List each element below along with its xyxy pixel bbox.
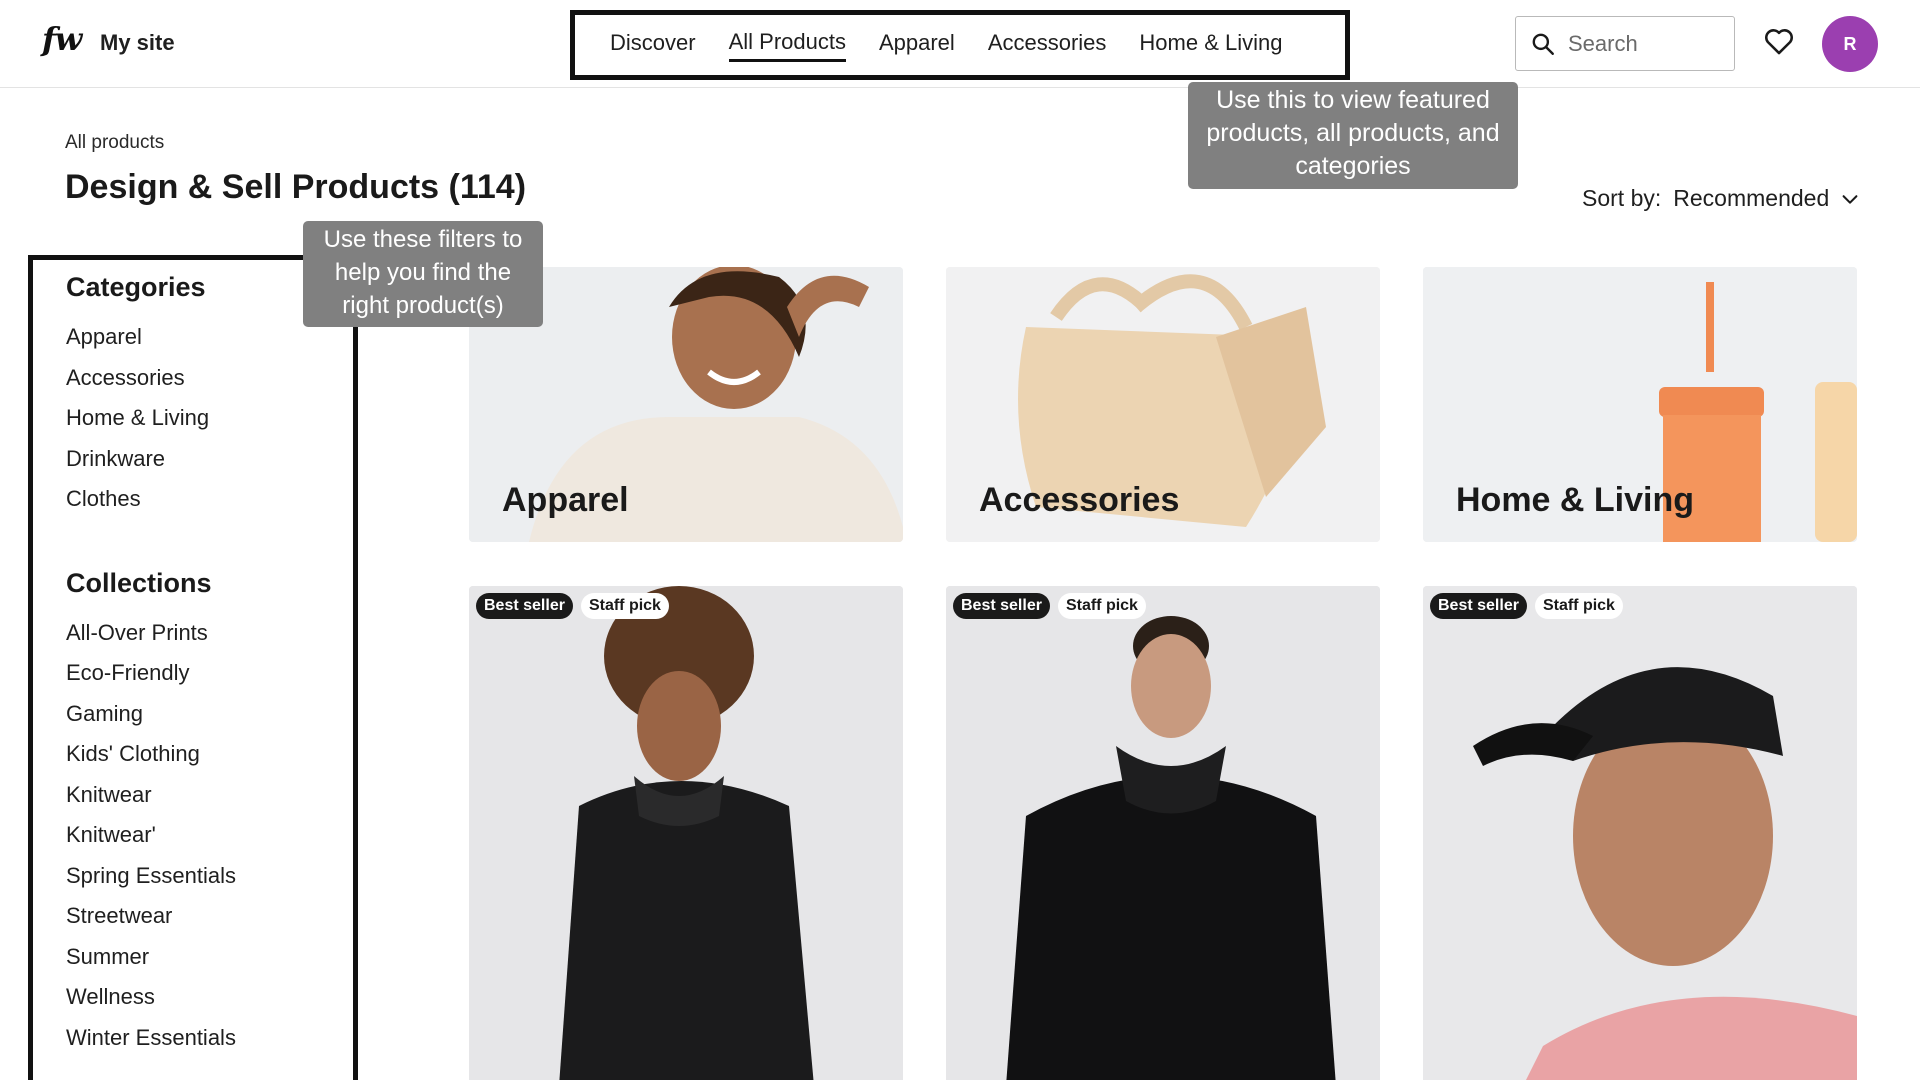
collection-item[interactable]: Streetwear [66,896,353,937]
category-item[interactable]: Drinkware [66,439,353,480]
man-black-cap-image [1423,586,1857,1080]
sort-dropdown[interactable]: Sort by: Recommended [1582,185,1861,212]
category-card-home-living[interactable]: Home & Living [1423,267,1857,542]
collection-item[interactable]: All-Over Prints [66,613,353,654]
sort-label: Sort by: [1582,185,1662,211]
product-badges: Best seller Staff pick [476,593,669,619]
collection-item[interactable]: Wellness [66,977,353,1018]
site-name[interactable]: My site [100,30,175,56]
collection-item[interactable]: Knitwear [66,775,353,816]
header: fw My site Discover All Products Apparel… [0,0,1920,88]
filter-help-tooltip: Use these filters to help you find the r… [303,221,543,327]
category-item[interactable]: Clothes [66,479,353,520]
filter-sidebar: Categories Apparel Accessories Home & Li… [28,255,358,1080]
site-logo[interactable]: fw [42,20,82,58]
collection-item[interactable]: Winter Essentials [66,1018,353,1059]
best-seller-badge: Best seller [1430,593,1527,619]
nav-all-products[interactable]: All Products [728,29,846,62]
woman-black-hoodie-image [469,586,903,1080]
search-box[interactable] [1515,16,1735,71]
chevron-down-icon[interactable] [1839,188,1861,210]
collection-item[interactable]: Summer [66,937,353,978]
collections-list: All-Over Prints Eco-Friendly Gaming Kids… [66,613,353,1059]
page-title: Design & Sell Products (114) [65,168,527,206]
categories-list: Apparel Accessories Home & Living Drinkw… [66,317,353,520]
nav-help-tooltip: Use this to view featured products, all … [1188,82,1518,189]
category-card-label: Apparel [502,481,629,519]
sort-value[interactable]: Recommended [1673,185,1829,212]
product-card[interactable]: Best seller Staff pick [946,586,1380,1080]
collection-item[interactable]: Knitwear' [66,815,353,856]
avatar[interactable]: R [1822,16,1878,72]
product-badges: Best seller Staff pick [1430,593,1623,619]
man-black-hoodie-image [946,586,1380,1080]
main-nav: Discover All Products Apparel Accessorie… [570,10,1350,80]
collection-item[interactable]: Gaming [66,694,353,735]
best-seller-badge: Best seller [476,593,573,619]
heart-icon[interactable] [1762,24,1796,58]
category-card-label: Accessories [979,481,1180,519]
collection-item[interactable]: Spring Essentials [66,856,353,897]
nav-discover[interactable]: Discover [610,30,696,60]
collection-item[interactable]: Eco-Friendly [66,653,353,694]
nav-apparel[interactable]: Apparel [879,30,955,60]
product-card[interactable]: Best seller Staff pick [1423,586,1857,1080]
search-input[interactable] [1568,30,1728,57]
nav-accessories[interactable]: Accessories [988,30,1107,60]
page: fw My site Discover All Products Apparel… [0,0,1920,1080]
category-card-accessories[interactable]: Accessories [946,267,1380,542]
category-card-label: Home & Living [1456,481,1695,519]
collections-heading: Collections [66,567,212,598]
staff-pick-badge: Staff pick [580,593,669,619]
category-item[interactable]: Home & Living [66,398,353,439]
product-badges: Best seller Staff pick [953,593,1146,619]
category-item[interactable]: Accessories [66,358,353,399]
search-icon [1532,33,1554,55]
nav-home-living[interactable]: Home & Living [1139,30,1282,60]
product-card[interactable]: Best seller Staff pick [469,586,903,1080]
breadcrumb[interactable]: All products [65,132,164,154]
collection-item[interactable]: Kids' Clothing [66,734,353,775]
staff-pick-badge: Staff pick [1057,593,1146,619]
staff-pick-badge: Staff pick [1534,593,1623,619]
best-seller-badge: Best seller [953,593,1050,619]
